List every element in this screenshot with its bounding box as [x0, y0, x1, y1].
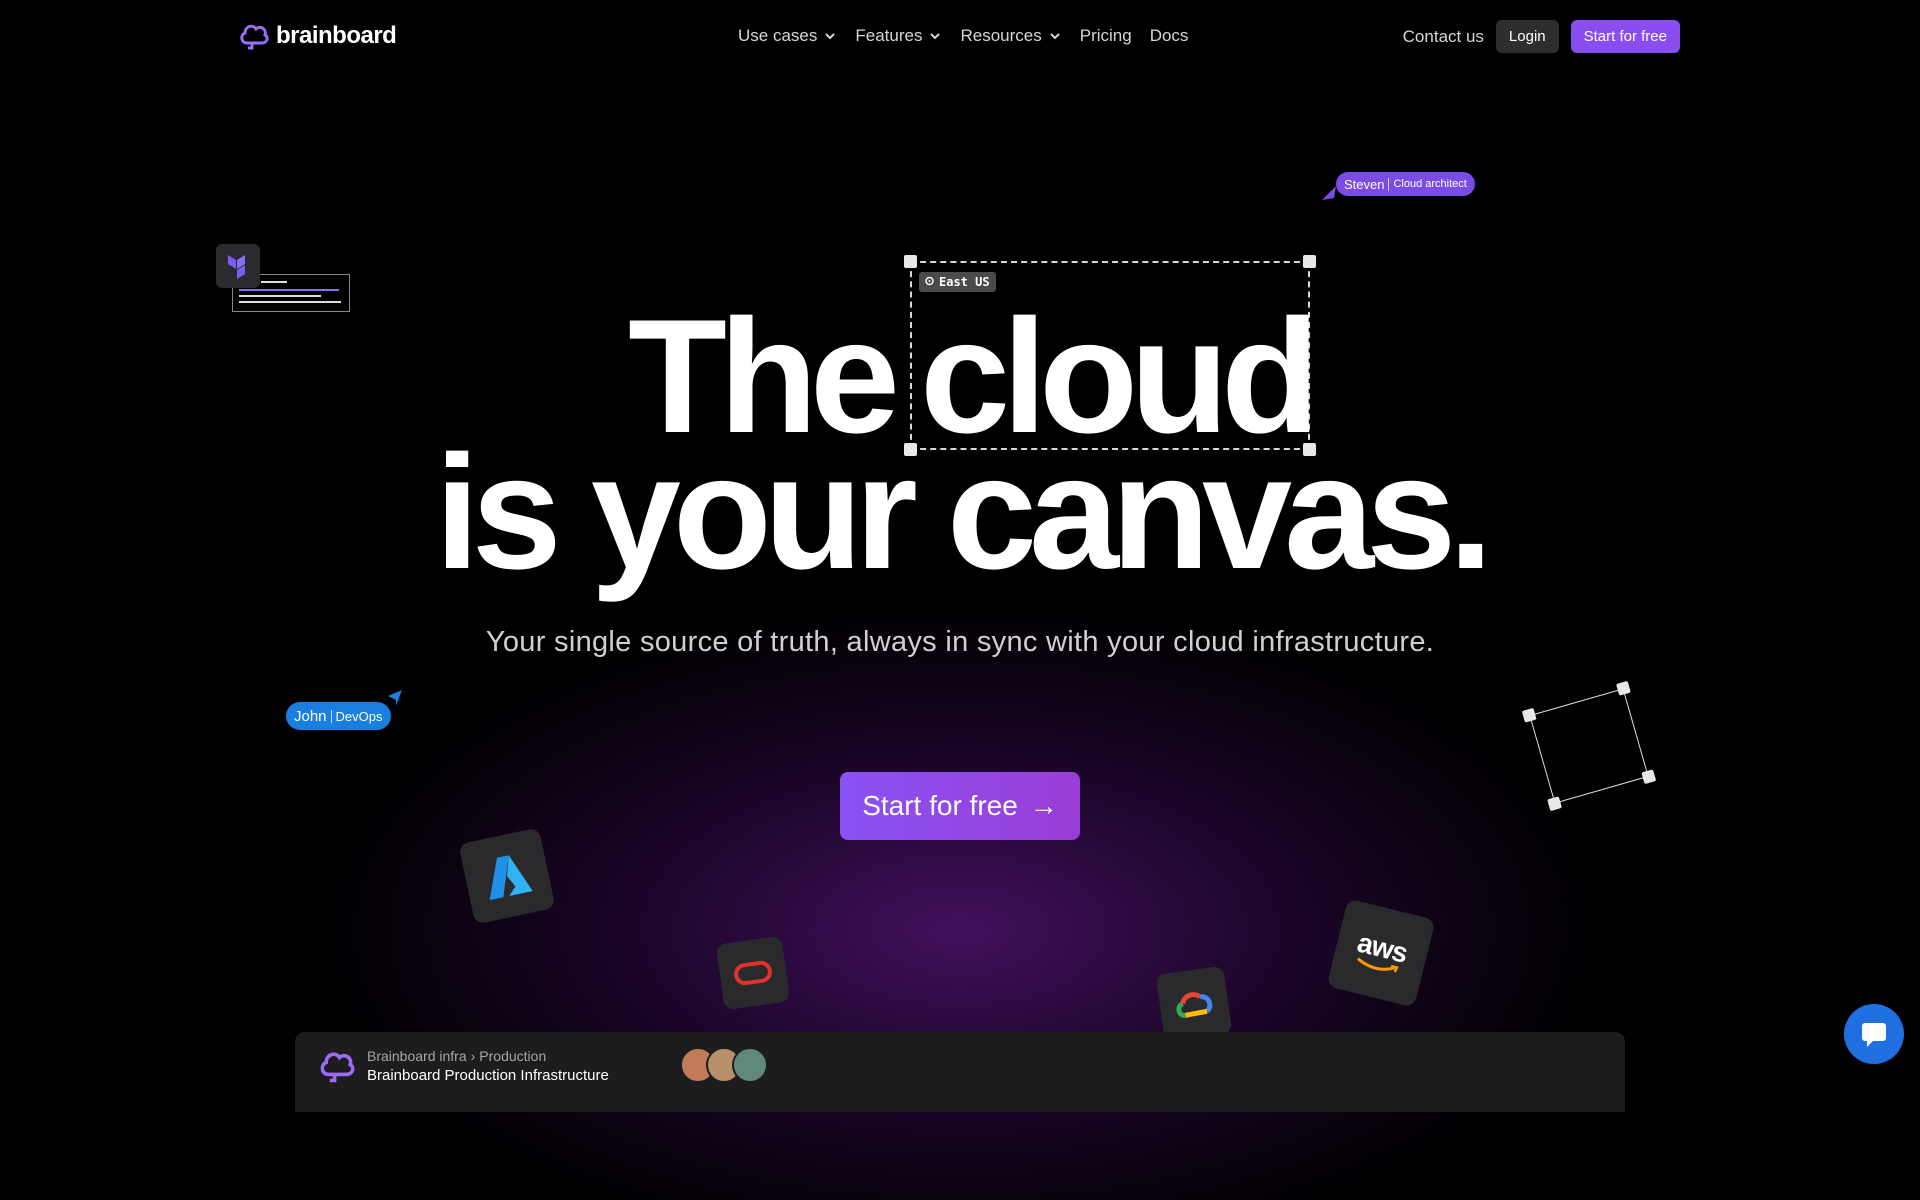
chevron-down-icon	[1050, 33, 1060, 40]
nav-features-label: Features	[855, 26, 923, 45]
project-title: Brainboard Production Infrastructure	[367, 1067, 609, 1084]
nav-links: Use cases Features Resources Pricing Doc…	[738, 26, 1206, 46]
chevron-down-icon	[825, 33, 836, 40]
resize-handle[interactable]	[1616, 680, 1631, 696]
breadcrumb-root[interactable]: Brainboard infra	[367, 1048, 467, 1064]
breadcrumb: Brainboard infra › Production	[367, 1048, 546, 1064]
top-nav: brainboard Use cases Features Resources …	[0, 18, 1920, 54]
brainboard-logo-icon	[240, 24, 269, 50]
chevron-right-icon: ›	[470, 1048, 476, 1064]
chat-support-button[interactable]	[1844, 1004, 1904, 1064]
terraform-icon	[228, 255, 245, 279]
collaborator-avatars[interactable]	[680, 1047, 768, 1083]
start-free-cta-button[interactable]: Start for free →	[840, 772, 1080, 840]
nav-resources[interactable]: Resources	[960, 26, 1061, 46]
nav-use-cases[interactable]: Use cases	[738, 26, 837, 46]
aws-tile: aws	[1326, 898, 1436, 1008]
logo-text: brainboard	[276, 22, 397, 49]
nav-docs[interactable]: Docs	[1150, 26, 1189, 46]
cursor-role: DevOps	[335, 708, 383, 724]
nav-use-cases-label: Use cases	[738, 26, 818, 45]
resize-handle[interactable]	[904, 255, 917, 268]
nav-docs-label: Docs	[1149, 26, 1189, 45]
nav-pricing-label: Pricing	[1079, 26, 1132, 45]
project-preview-bar: Brainboard infra › Production Brainboard…	[295, 1032, 1625, 1112]
john-cursor-badge: John DevOps	[286, 702, 391, 730]
cursor-name: John	[294, 707, 327, 725]
cursor-arrow-icon	[388, 690, 402, 706]
oracle-icon	[734, 960, 772, 986]
chat-bubble-icon	[1862, 1023, 1886, 1047]
oracle-tile	[715, 935, 791, 1011]
cursor-role: Cloud architect	[1393, 178, 1467, 190]
google-cloud-tile	[1155, 965, 1233, 1043]
resize-handle[interactable]	[1303, 255, 1316, 268]
brainboard-logo-icon	[320, 1052, 355, 1083]
divider	[1388, 177, 1390, 191]
avatar	[732, 1047, 768, 1083]
nav-pricing[interactable]: Pricing	[1080, 26, 1132, 46]
contact-us-link[interactable]: Contact us	[1403, 27, 1484, 47]
start-free-nav-button[interactable]: Start for free	[1570, 20, 1680, 53]
nav-resources-label: Resources	[960, 26, 1042, 45]
divider	[330, 709, 332, 723]
login-button[interactable]: Login	[1495, 20, 1559, 53]
headline-line-2: is your canvas.	[434, 422, 1494, 603]
azure-tile	[458, 827, 556, 925]
nav-features[interactable]: Features	[855, 26, 942, 46]
hero-subtitle: Your single source of truth, always in s…	[485, 626, 1435, 658]
arrow-right-icon: →	[1029, 790, 1058, 821]
aws-icon: aws	[1352, 927, 1410, 978]
nav-actions: Contact us Login Start for free	[1403, 20, 1680, 53]
brainboard-logo[interactable]: brainboard	[238, 21, 397, 51]
cursor-name: Steven	[1344, 176, 1385, 192]
azure-icon	[489, 855, 533, 901]
cta-label: Start for free	[862, 790, 1018, 821]
steven-cursor-badge: Steven Cloud architect	[1336, 172, 1475, 196]
resize-handle[interactable]	[1641, 769, 1657, 785]
rotated-frame[interactable]	[1521, 680, 1657, 812]
terraform-tile	[216, 244, 260, 288]
google-cloud-icon	[1176, 992, 1213, 1018]
chevron-down-icon	[930, 33, 941, 40]
breadcrumb-child[interactable]: Production	[479, 1048, 546, 1064]
cursor-arrow-icon	[1322, 186, 1336, 200]
resize-handle[interactable]	[1547, 796, 1562, 812]
resize-handle[interactable]	[1521, 707, 1537, 723]
